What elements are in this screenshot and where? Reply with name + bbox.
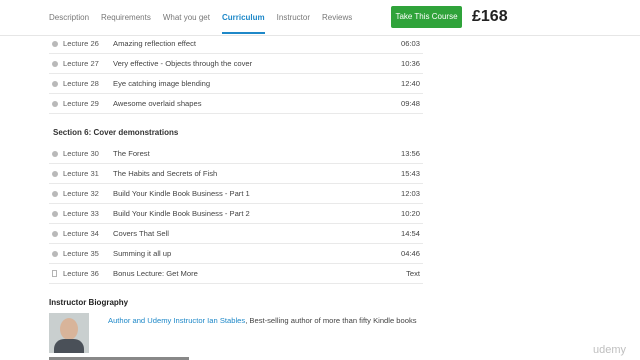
instructor-profile-link[interactable]: Author and Udemy Instructor Ian Stables — [108, 316, 245, 325]
lecture-title: Build Your Kindle Book Business - Part 2 — [113, 209, 250, 218]
udemy-watermark: udemy — [592, 344, 626, 356]
lecture-duration: 14:54 — [400, 229, 420, 238]
lecture-row[interactable]: Lecture 28 Eye catching image blending 1… — [49, 74, 423, 94]
instructor-avatar[interactable] — [49, 313, 89, 353]
lecture-number: Lecture 34 — [63, 229, 99, 238]
lecture-title: The Habits and Secrets of Fish — [113, 169, 218, 178]
play-icon — [52, 151, 58, 157]
play-icon — [52, 171, 58, 177]
take-this-course-button[interactable]: Take This Course — [391, 6, 462, 28]
instructor-bio: Author and Udemy Instructor Ian Stables,… — [108, 316, 417, 325]
course-top-bar: Description Requirements What you get Cu… — [0, 0, 640, 36]
lecture-number: Lecture 31 — [63, 169, 99, 178]
lecture-title: Summing it all up — [113, 249, 172, 258]
lecture-number: Lecture 32 — [63, 189, 99, 198]
play-icon — [52, 61, 58, 67]
tab-instructor[interactable]: Instructor — [277, 0, 310, 36]
lecture-row[interactable]: Lecture 35 Summing it all up 04:46 — [49, 244, 423, 264]
lecture-duration: 04:46 — [400, 249, 420, 258]
lecture-row[interactable]: Lecture 36 Bonus Lecture: Get More Text — [49, 264, 423, 284]
tab-requirements[interactable]: Requirements — [101, 0, 151, 36]
lecture-title: Build Your Kindle Book Business - Part 1 — [113, 189, 250, 198]
section-6-lecture-list: Lecture 30 The Forest 13:56 Lecture 31 T… — [49, 144, 423, 284]
lecture-title: Amazing reflection effect — [113, 39, 197, 48]
play-icon — [52, 231, 58, 237]
lecture-duration: 12:03 — [400, 189, 420, 198]
play-icon — [52, 211, 58, 217]
lecture-number: Lecture 29 — [63, 99, 99, 108]
lecture-row[interactable]: Lecture 31 The Habits and Secrets of Fis… — [49, 164, 423, 184]
lecture-title: Bonus Lecture: Get More — [113, 269, 198, 278]
lecture-duration: 15:43 — [400, 169, 420, 178]
cut-off-text-line — [49, 354, 189, 360]
lecture-row[interactable]: Lecture 30 The Forest 13:56 — [49, 144, 423, 164]
lecture-number: Lecture 28 — [63, 79, 99, 88]
course-tabs: Description Requirements What you get Cu… — [49, 0, 364, 36]
play-icon — [52, 191, 58, 197]
play-icon — [52, 41, 58, 47]
lecture-number: Lecture 33 — [63, 209, 99, 218]
play-icon — [52, 101, 58, 107]
lecture-row[interactable]: Lecture 29 Awesome overlaid shapes 09:48 — [49, 94, 423, 114]
instructor-biography-heading: Instructor Biography — [49, 298, 129, 307]
lecture-duration: Text — [406, 269, 420, 278]
tab-curriculum[interactable]: Curriculum — [221, 0, 265, 36]
lecture-number: Lecture 26 — [63, 39, 99, 48]
lecture-row[interactable]: Lecture 34 Covers That Sell 14:54 — [49, 224, 423, 244]
lecture-duration: 10:20 — [400, 209, 420, 218]
lecture-number: Lecture 36 — [63, 269, 99, 278]
lecture-row[interactable]: Lecture 32 Build Your Kindle Book Busine… — [49, 184, 423, 204]
document-icon — [52, 270, 57, 277]
course-price: £168 — [472, 8, 508, 25]
lecture-row[interactable]: Lecture 27 Very effective - Objects thro… — [49, 54, 423, 74]
section-5-lecture-list: Lecture 26 Amazing reflection effect 06:… — [49, 34, 423, 114]
lecture-title: Awesome overlaid shapes — [113, 99, 202, 108]
lecture-title: Very effective - Objects through the cov… — [113, 59, 253, 68]
avatar-face — [60, 318, 78, 340]
lecture-number: Lecture 30 — [63, 149, 99, 158]
lecture-row[interactable]: Lecture 26 Amazing reflection effect 06:… — [49, 34, 423, 54]
lecture-duration: 13:56 — [400, 149, 420, 158]
tab-reviews[interactable]: Reviews — [322, 0, 352, 36]
play-icon — [52, 81, 58, 87]
lecture-number: Lecture 35 — [63, 249, 99, 258]
lecture-duration: 06:03 — [400, 39, 420, 48]
avatar-shoulders — [54, 339, 84, 353]
lecture-row[interactable]: Lecture 33 Build Your Kindle Book Busine… — [49, 204, 423, 224]
lecture-number: Lecture 27 — [63, 59, 99, 68]
lecture-title: The Forest — [113, 149, 150, 158]
section-6-title: Section 6: Cover demonstrations — [53, 128, 179, 137]
lecture-title: Covers That Sell — [113, 229, 169, 238]
tab-description[interactable]: Description — [49, 0, 89, 36]
lecture-duration: 09:48 — [400, 99, 420, 108]
tab-what-you-get[interactable]: What you get — [163, 0, 210, 36]
lecture-duration: 10:36 — [400, 59, 420, 68]
instructor-bio-text: , Best-selling author of more than fifty… — [245, 316, 417, 325]
lecture-duration: 12:40 — [400, 79, 420, 88]
play-icon — [52, 251, 58, 257]
lecture-title: Eye catching image blending — [113, 79, 211, 88]
